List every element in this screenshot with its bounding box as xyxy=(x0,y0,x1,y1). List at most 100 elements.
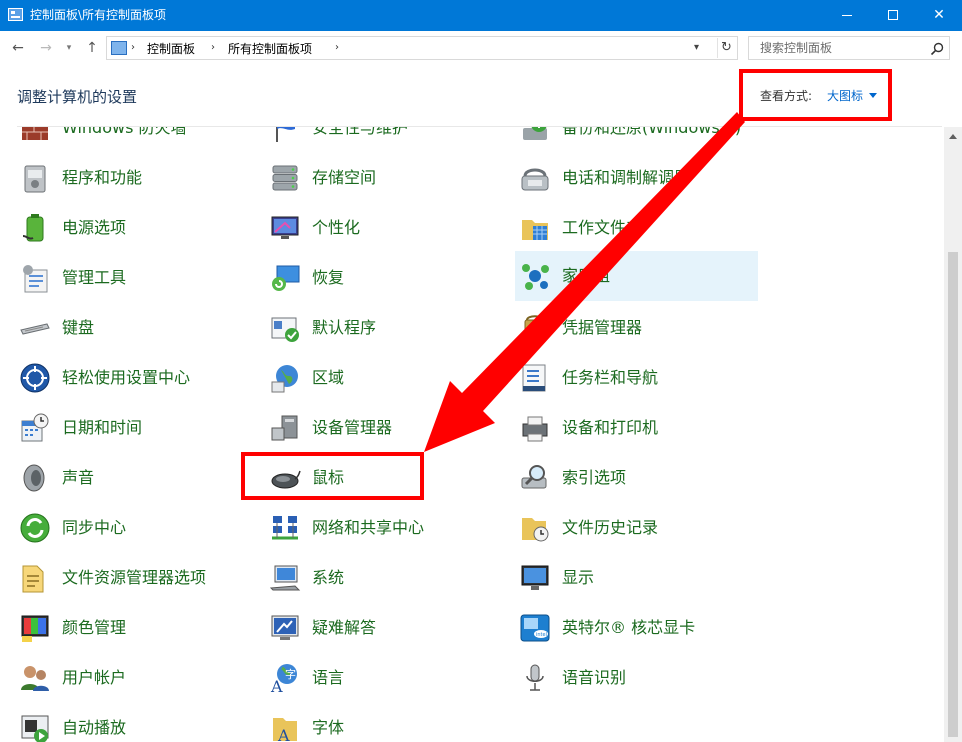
vertical-scrollbar[interactable] xyxy=(944,127,962,742)
list-item-label: 备份和还原(Windows 7) xyxy=(562,127,742,137)
list-item-label: 日期和时间 xyxy=(62,418,143,437)
file-history-icon xyxy=(522,518,549,542)
credential-icon xyxy=(524,315,546,341)
up-button[interactable]: ↑ xyxy=(82,37,102,59)
breadcrumb-control-panel[interactable]: 控制面板 xyxy=(147,40,195,57)
color-management-icon xyxy=(21,615,49,642)
list-item[interactable]: 任务栏和导航 xyxy=(517,355,761,401)
list-item[interactable]: 自动播放 xyxy=(17,705,261,742)
list-item-label: 疑难解答 xyxy=(312,618,377,637)
region-icon xyxy=(271,365,298,393)
list-item-label: 同步中心 xyxy=(62,518,127,537)
forward-button[interactable]: → xyxy=(36,37,56,59)
list-item[interactable]: 索引选项 xyxy=(517,455,761,501)
firewall-icon xyxy=(22,127,48,140)
list-item[interactable]: 区域 xyxy=(267,355,511,401)
list-item[interactable]: 备份和还原(Windows 7) xyxy=(517,127,761,151)
list-item-label: 系统 xyxy=(312,568,345,587)
maximize-button[interactable] xyxy=(870,0,916,31)
language-icon: A 字 xyxy=(270,664,297,694)
backup-icon xyxy=(523,127,547,140)
list-item[interactable]: 恢复 xyxy=(267,255,511,301)
back-button[interactable]: ← xyxy=(8,37,28,59)
taskbar-icon xyxy=(522,364,546,392)
list-item[interactable]: 日期和时间 xyxy=(17,405,261,451)
list-item[interactable]: 设备和打印机 xyxy=(517,405,761,451)
list-item-highlighted[interactable]: 家庭组 xyxy=(515,251,758,301)
list-item[interactable]: 文件资源管理器选项 xyxy=(17,555,261,601)
list-item[interactable]: 同步中心 xyxy=(17,505,261,551)
system-icon xyxy=(269,565,301,591)
list-item[interactable]: 默认程序 xyxy=(267,305,511,351)
list-item[interactable]: 电源选项 xyxy=(17,205,261,251)
list-item[interactable]: 文件历史记录 xyxy=(517,505,761,551)
list-item[interactable]: 语音识别 xyxy=(517,655,761,701)
list-item[interactable]: 显示 xyxy=(517,555,761,601)
list-item-label: 索引选项 xyxy=(562,468,627,487)
list-item-label: 安全性与维护 xyxy=(312,127,409,137)
annotation-box-view-by xyxy=(739,69,892,121)
scrollbar-thumb[interactable] xyxy=(948,252,958,737)
breadcrumb-separator[interactable]: › xyxy=(131,40,135,56)
maximize-icon xyxy=(888,10,898,20)
scroll-up-icon[interactable] xyxy=(949,134,957,139)
list-item-label: 声音 xyxy=(62,468,95,487)
list-item-label: 凭据管理器 xyxy=(562,318,643,337)
list-item[interactable]: 工作文件夹 xyxy=(517,205,761,251)
page-title: 调整计算机的设置 xyxy=(17,88,138,106)
list-item-label: 显示 xyxy=(562,568,595,587)
indexing-icon xyxy=(521,465,547,489)
printer-icon xyxy=(522,416,548,442)
breadcrumb-all-items[interactable]: 所有控制面板项 xyxy=(228,40,312,57)
list-item-label: 轻松使用设置中心 xyxy=(62,368,191,387)
flag-icon xyxy=(276,127,295,142)
search-input[interactable] xyxy=(749,37,925,59)
list-item[interactable]: 用户帐户 xyxy=(17,655,261,701)
svg-text:A: A xyxy=(270,677,283,694)
datetime-icon xyxy=(21,413,49,442)
list-item[interactable]: 程序和功能 xyxy=(17,155,261,201)
list-item[interactable]: 轻松使用设置中心 xyxy=(17,355,261,401)
list-item[interactable]: A 字 语言 xyxy=(267,655,511,701)
list-item[interactable]: 存储空间 xyxy=(267,155,511,201)
personalize-icon xyxy=(271,216,299,239)
list-item[interactable]: A 字体 xyxy=(267,705,511,742)
battery-icon xyxy=(22,214,44,242)
list-item[interactable]: 键盘 xyxy=(17,305,261,351)
refresh-button[interactable]: ↻ xyxy=(717,38,735,58)
list-item-label: 文件历史记录 xyxy=(562,518,659,537)
minimize-button[interactable] xyxy=(824,0,870,31)
recent-locations-button[interactable]: ▾ xyxy=(62,37,76,59)
close-button[interactable]: ✕ xyxy=(916,0,962,31)
list-item[interactable]: intel 英特尔® 核芯显卡 xyxy=(517,605,761,651)
list-item-label: 设备和打印机 xyxy=(562,418,659,437)
list-item[interactable]: Windows 防火墙 xyxy=(17,127,261,151)
list-item[interactable]: 个性化 xyxy=(267,205,511,251)
search-box[interactable] xyxy=(748,36,950,60)
breadcrumb-separator[interactable]: › xyxy=(335,40,339,56)
list-item-label: 用户帐户 xyxy=(62,668,127,687)
annotation-box-mouse xyxy=(241,452,424,500)
list-item-label: 网络和共享中心 xyxy=(312,518,425,537)
address-bar[interactable]: › 控制面板 › 所有控制面板项 › ▾ ↻ xyxy=(106,36,738,60)
list-item[interactable]: 颜色管理 xyxy=(17,605,261,651)
intel-graphics-icon: intel xyxy=(520,614,550,642)
breadcrumb-separator[interactable]: › xyxy=(211,40,215,56)
title-bar: 控制面板\所有控制面板项 ✕ xyxy=(0,0,962,31)
list-item[interactable]: 系统 xyxy=(267,555,511,601)
admin-tools-icon xyxy=(23,265,48,293)
list-item[interactable]: 凭据管理器 xyxy=(517,305,761,351)
list-item[interactable]: 电话和调制解调器 xyxy=(517,155,761,201)
list-item[interactable]: 管理工具 xyxy=(17,255,261,301)
search-icon[interactable] xyxy=(929,41,945,57)
address-dropdown-button[interactable]: ▾ xyxy=(694,40,699,56)
list-item-label: 颜色管理 xyxy=(62,618,127,637)
list-item[interactable]: 声音 xyxy=(17,455,261,501)
list-item[interactable]: 网络和共享中心 xyxy=(267,505,511,551)
list-item-label: 电源选项 xyxy=(62,218,127,237)
list-item[interactable]: 安全性与维护 xyxy=(267,127,511,151)
list-item-label: 默认程序 xyxy=(312,318,377,337)
list-item[interactable]: 设备管理器 xyxy=(267,405,511,451)
sync-icon xyxy=(20,513,50,543)
list-item[interactable]: 疑难解答 xyxy=(267,605,511,651)
